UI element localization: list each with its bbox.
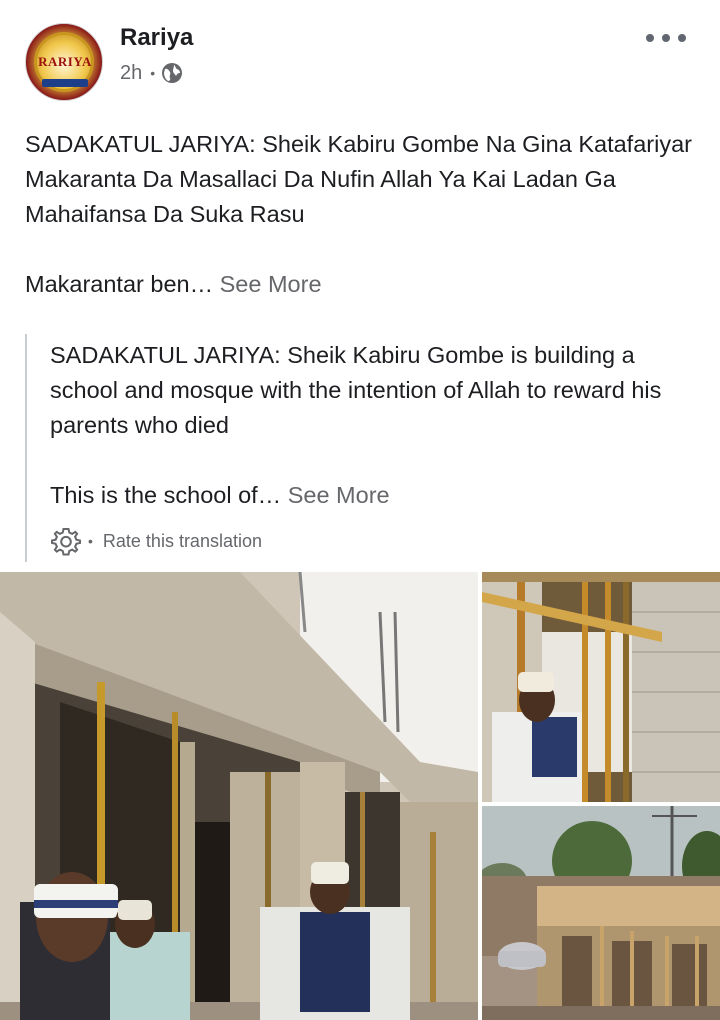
rate-translation-link[interactable]: Rate this translation [103, 531, 262, 552]
globe-icon[interactable] [161, 62, 183, 84]
post-timestamp[interactable]: 2h [120, 62, 142, 85]
translation-paragraph-2-text: This is the school of… [50, 482, 282, 508]
post-meta: 2h • [120, 60, 183, 86]
post-paragraph-2: Makarantar ben… See More [25, 267, 695, 302]
translation-text: SADAKATUL JARIYA: Sheik Kabiru Gombe is … [50, 338, 690, 513]
more-dot-icon [646, 34, 654, 42]
page-name-link[interactable]: Rariya [120, 24, 193, 52]
post-text: SADAKATUL JARIYA: Sheik Kabiru Gombe Na … [25, 127, 695, 302]
translation-footer: • Rate this translation [50, 524, 262, 558]
post-paragraph-1: SADAKATUL JARIYA: Sheik Kabiru Gombe Na … [25, 131, 692, 227]
meta-separator: • [150, 65, 156, 81]
translation-see-more-link[interactable]: See More [288, 482, 390, 508]
post-paragraph-2-text: Makarantar ben… [25, 271, 214, 297]
translation-block: SADAKATUL JARIYA: Sheik Kabiru Gombe is … [25, 334, 687, 562]
more-dot-icon [662, 34, 670, 42]
page-avatar[interactable]: RARIYA [25, 23, 103, 101]
construction-photo-main[interactable] [0, 572, 478, 1020]
avatar-logo-text: RARIYA [38, 54, 92, 69]
more-dot-icon [678, 34, 686, 42]
construction-photo-roof[interactable] [482, 806, 720, 1020]
avatar-logo-ribbon [42, 79, 88, 87]
see-more-link[interactable]: See More [220, 271, 322, 297]
gear-icon[interactable] [50, 525, 82, 557]
post-header: RARIYA Rariya 2h • [0, 0, 720, 110]
more-options-button[interactable] [646, 26, 686, 50]
translation-paragraph-1: SADAKATUL JARIYA: Sheik Kabiru Gombe is … [50, 342, 662, 438]
footer-separator: • [88, 533, 93, 549]
translation-paragraph-2: This is the school of… See More [50, 478, 690, 513]
construction-photo-interior[interactable] [482, 572, 720, 802]
